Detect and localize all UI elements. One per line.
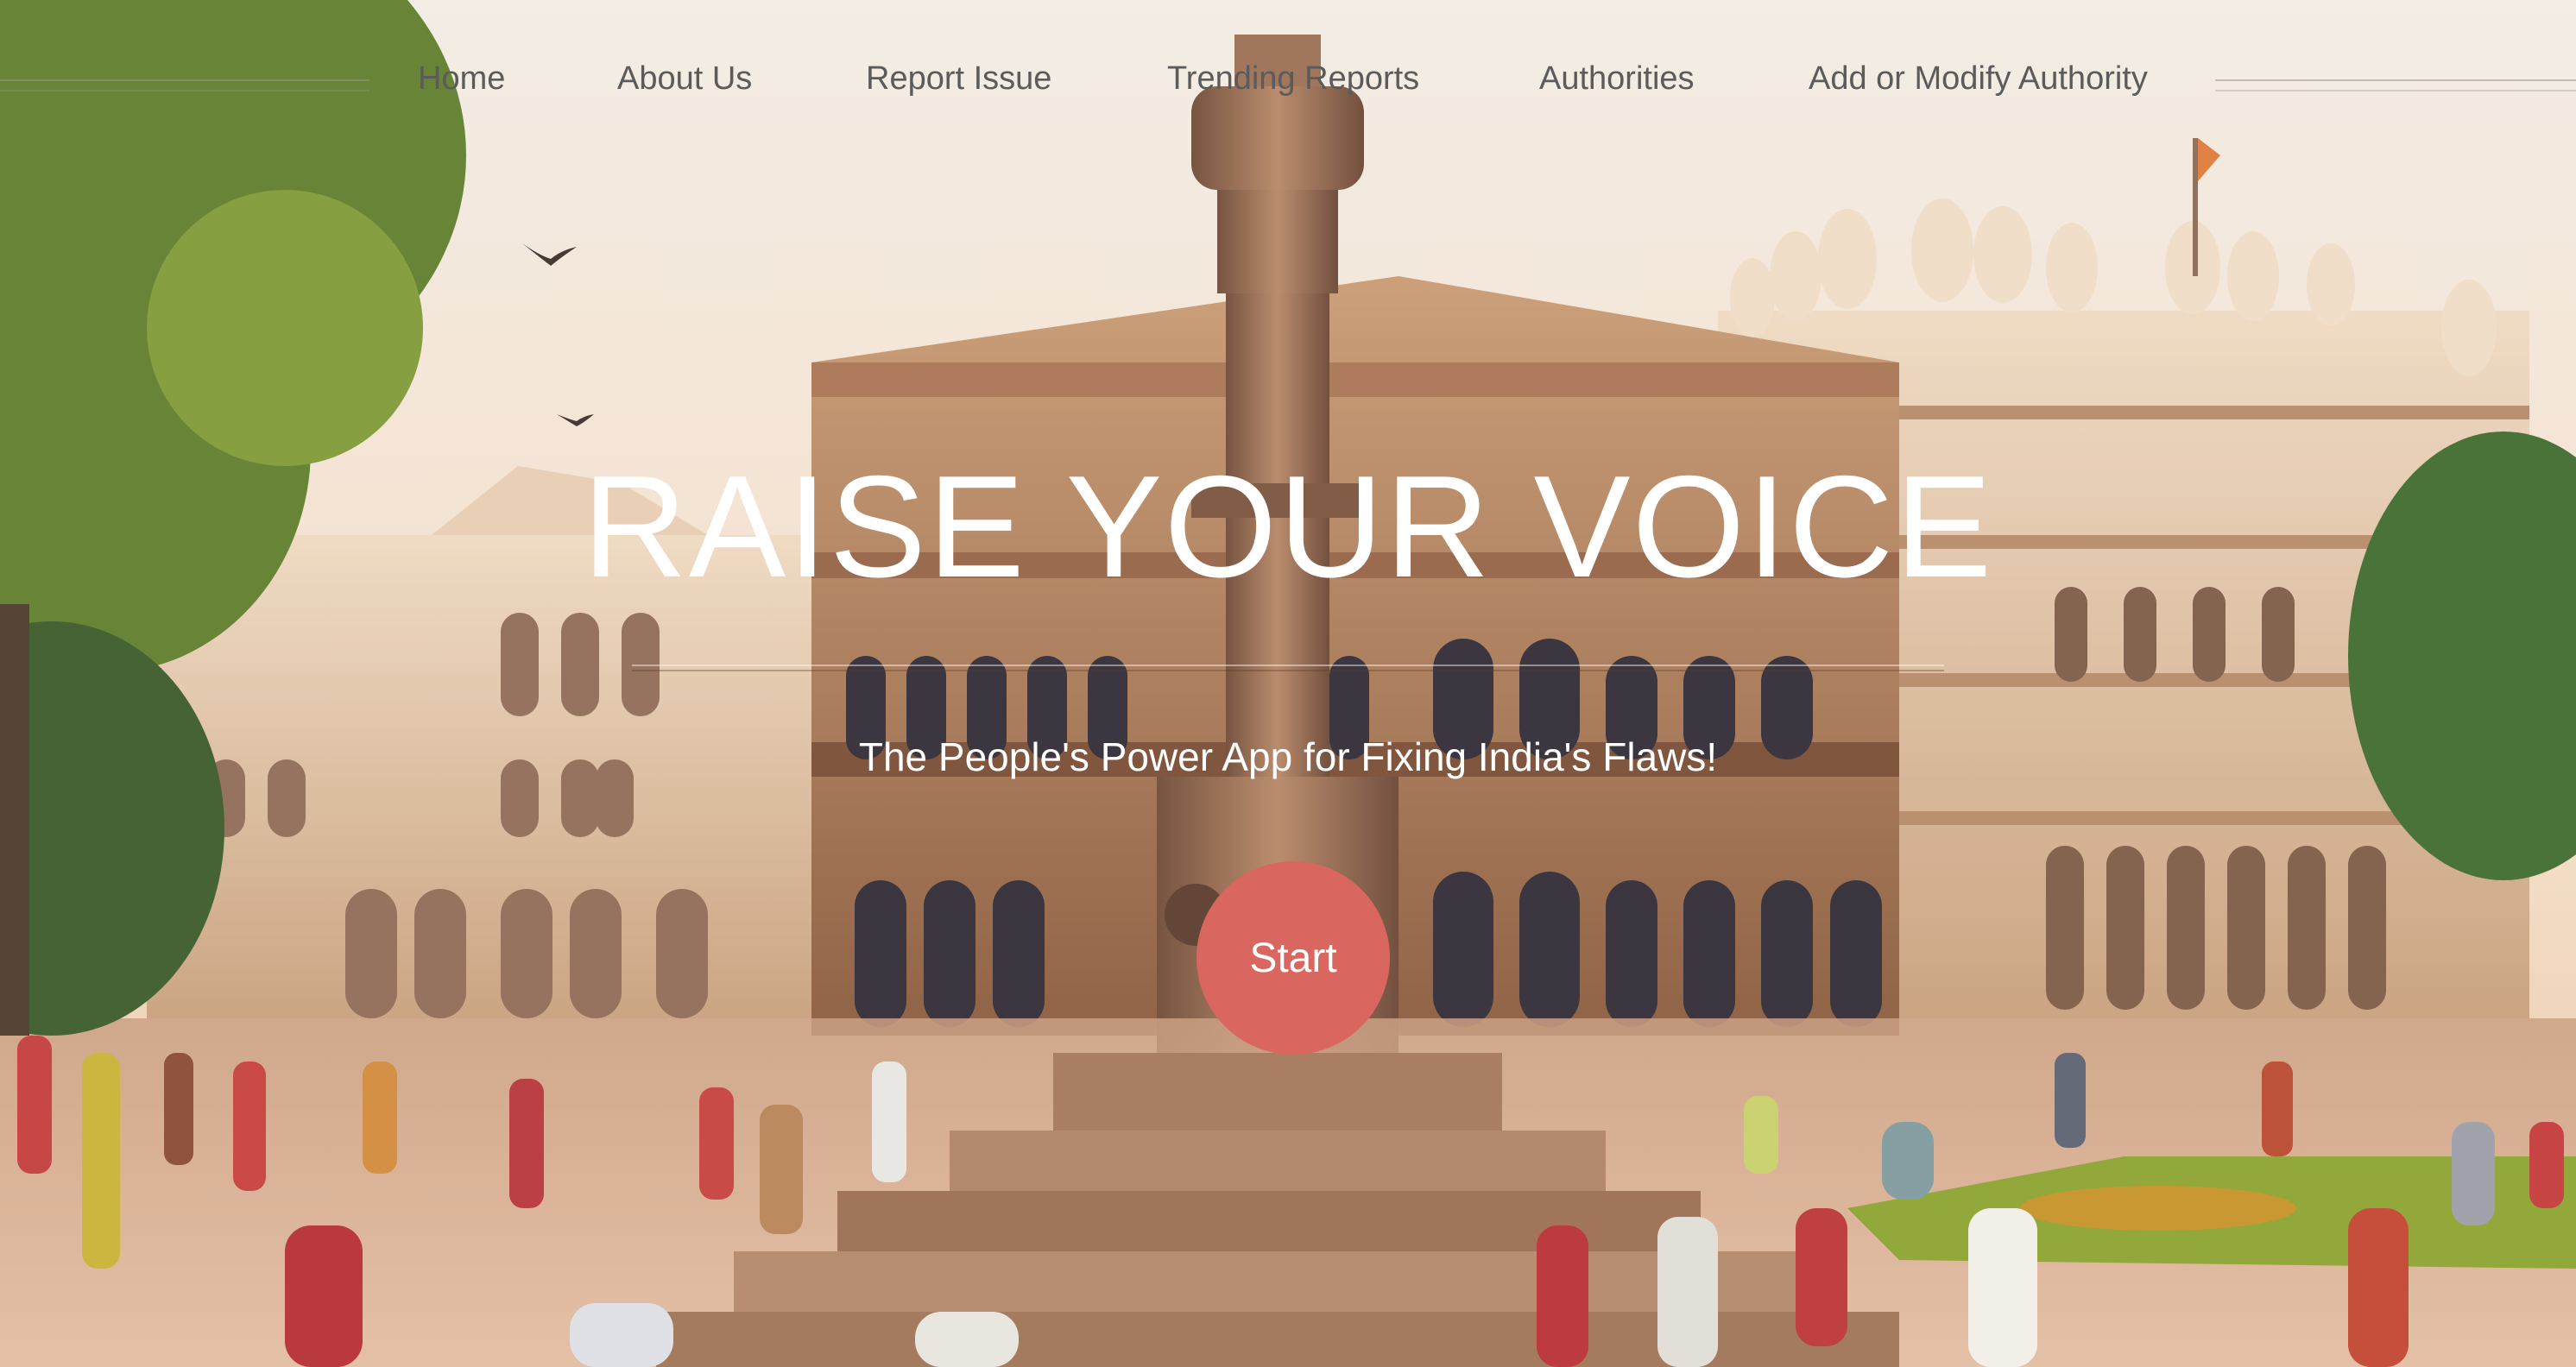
- landing-page: Home About Us Report Issue Trending Repo…: [0, 0, 2576, 1367]
- main-nav: Home About Us Report Issue Trending Repo…: [0, 48, 2576, 114]
- nav-item-report-issue[interactable]: Report Issue: [866, 60, 1051, 98]
- nav-item-trending-reports[interactable]: Trending Reports: [1167, 60, 1419, 98]
- nav-item-home[interactable]: Home: [418, 60, 505, 98]
- start-button[interactable]: Start: [1196, 861, 1390, 1055]
- nav-item-about-us[interactable]: About Us: [617, 60, 752, 98]
- hero-title: RAISE YOUR VOICE: [582, 445, 1994, 608]
- nav-divider-left: [0, 79, 369, 91]
- nav-item-authorities[interactable]: Authorities: [1539, 60, 1695, 98]
- nav-divider-right: [2215, 79, 2576, 91]
- hero-subtitle: The People's Power App for Fixing India'…: [858, 734, 1718, 779]
- hero-background-image: [0, 0, 2576, 1367]
- nav-item-add-modify-authority[interactable]: Add or Modify Authority: [1809, 60, 2148, 98]
- hero-divider: [632, 665, 1944, 671]
